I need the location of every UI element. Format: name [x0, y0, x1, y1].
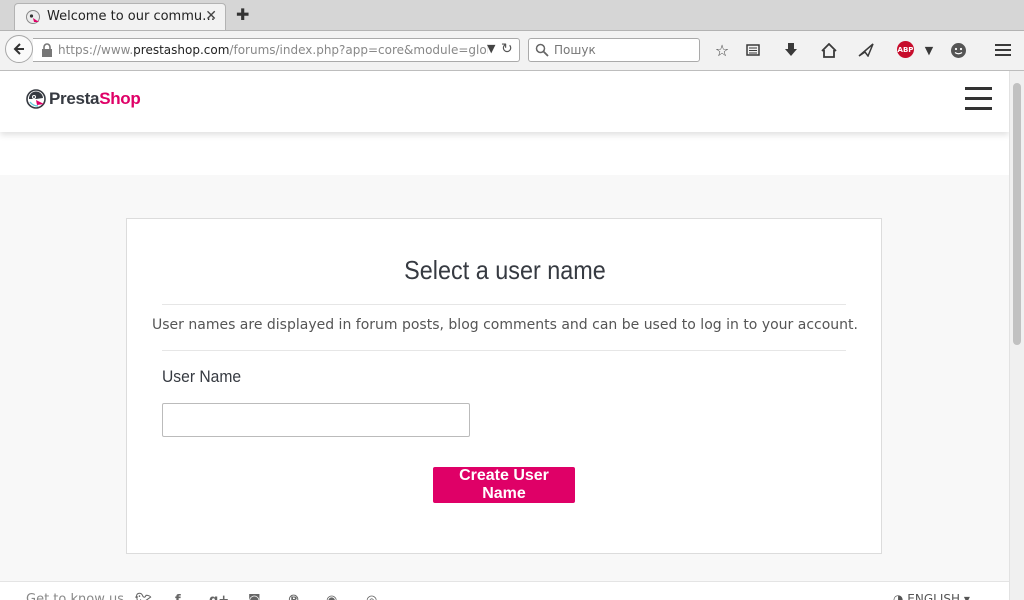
facebook-icon[interactable]: f [175, 593, 189, 600]
page-scrollbar[interactable] [1009, 71, 1024, 600]
pinterest-icon[interactable]: ℗ [287, 593, 301, 600]
new-tab-icon[interactable]: ✚ [236, 5, 249, 24]
address-bar[interactable]: https://www.prestashop.com/forums/index.… [33, 38, 520, 62]
logo-text: PrestaShop [49, 89, 141, 108]
site-footer: Get to know us 🐦︎ f g+ ◙ ℗ ◉ ◎ ◑ ENGLISH… [0, 581, 1009, 600]
lock-icon [42, 43, 52, 57]
username-card: Select a user name User names are displa… [126, 218, 882, 554]
reddit-icon[interactable]: ◎ [366, 593, 380, 600]
prestashop-logo[interactable]: PrestaShop [26, 89, 141, 109]
scrollbar-thumb[interactable] [1013, 83, 1021, 345]
language-selector[interactable]: ◑ ENGLISH ▾ [893, 592, 970, 600]
twitter-icon[interactable]: 🐦︎ [135, 593, 152, 600]
download-icon[interactable] [781, 40, 801, 60]
card-title: Select a user name [404, 255, 606, 285]
divider [162, 304, 846, 305]
username-label: User Name [162, 367, 242, 386]
get-to-know-us-text: Get to know us [26, 592, 124, 600]
adblock-plus-icon[interactable]: ABP [897, 41, 914, 58]
close-tab-icon[interactable]: ✕ [205, 8, 217, 24]
reading-list-icon[interactable] [743, 40, 763, 60]
card-description: User names are displayed in forum posts,… [152, 317, 858, 333]
adblock-dropdown-icon[interactable]: ▼ [919, 40, 939, 60]
menu-icon[interactable] [993, 40, 1013, 60]
browser-tab-strip: Welcome to our commu… ✕ ✚ [0, 0, 1024, 31]
back-arrow-icon [13, 43, 24, 55]
url-text: https://www.prestashop.com/forums/index.… [58, 43, 488, 57]
browser-toolbar: https://www.prestashop.com/forums/index.… [0, 31, 1024, 71]
home-icon[interactable] [819, 40, 839, 60]
send-icon[interactable] [856, 40, 876, 60]
google-plus-icon[interactable]: g+ [209, 593, 229, 600]
reload-icon[interactable]: ↻ [501, 41, 513, 57]
create-username-button[interactable]: Create User Name [433, 467, 575, 503]
browser-tab[interactable]: Welcome to our commu… ✕ [14, 3, 226, 30]
instagram-icon[interactable]: ◙ [248, 593, 262, 600]
chat-smiley-icon[interactable] [948, 40, 968, 60]
username-input[interactable] [162, 403, 470, 437]
prestashop-favicon-icon [26, 10, 40, 24]
search-bar[interactable]: Пошук [528, 38, 700, 62]
divider [162, 350, 846, 351]
tab-title: Welcome to our commu… [47, 9, 216, 24]
prestashop-puffin-icon [26, 89, 46, 109]
web-page: PrestaShop Select a user name User names… [0, 71, 1009, 600]
search-placeholder: Пошук [554, 43, 596, 57]
hamburger-menu-icon[interactable] [965, 87, 992, 111]
site-header: PrestaShop [0, 71, 1009, 132]
url-dropdown-icon[interactable]: ▼ [487, 42, 495, 55]
github-icon[interactable]: ◉ [326, 593, 340, 600]
back-button[interactable] [5, 35, 33, 63]
bookmark-star-icon[interactable]: ☆ [712, 40, 732, 60]
search-icon [535, 43, 549, 57]
